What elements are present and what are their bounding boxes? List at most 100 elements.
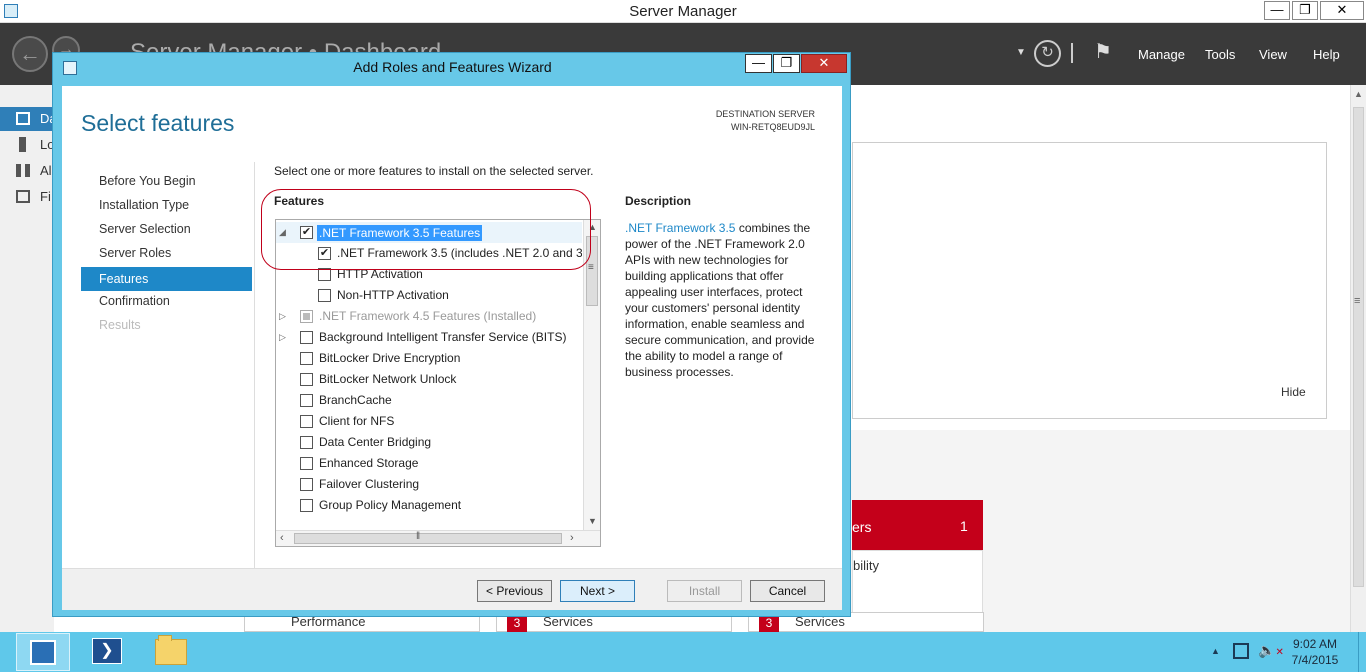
clock-time[interactable]: 9:02 AM bbox=[1281, 637, 1349, 651]
dialog-maximize-button[interactable]: ❐ bbox=[773, 54, 800, 73]
feature-row[interactable]: Failover Clustering bbox=[276, 474, 582, 495]
sidebar-item-label: Fi bbox=[40, 189, 51, 204]
notifications-flag-icon[interactable]: ⚑ bbox=[1094, 39, 1112, 64]
feature-row[interactable]: BranchCache bbox=[276, 390, 582, 411]
step-before-you-begin[interactable]: Before You Begin bbox=[99, 174, 196, 188]
collapsed-arrow-icon[interactable]: ▷ bbox=[279, 327, 286, 348]
description-text: combines the power of the .NET Framework… bbox=[625, 221, 815, 379]
minimize-button[interactable]: — bbox=[1264, 1, 1290, 20]
cancel-button[interactable]: Cancel bbox=[750, 580, 825, 602]
install-button: Install bbox=[667, 580, 742, 602]
server-manager-sidebar: Da Lo Al Fi bbox=[0, 85, 57, 632]
feature-row[interactable]: Group Policy Management bbox=[276, 495, 582, 516]
feature-label: BitLocker Drive Encryption bbox=[319, 351, 461, 365]
dropdown-caret-icon[interactable]: ▼ bbox=[1016, 47, 1026, 58]
feature-row[interactable]: Client for NFS bbox=[276, 411, 582, 432]
step-label: Features bbox=[99, 272, 149, 286]
sidebar-item-label: Al bbox=[40, 163, 52, 178]
feature-description: .NET Framework 3.5 combines the power of… bbox=[625, 220, 825, 380]
step-server-roles[interactable]: Server Roles bbox=[99, 246, 171, 260]
step-installation-type[interactable]: Installation Type bbox=[99, 198, 189, 212]
close-button[interactable]: ✕ bbox=[1320, 1, 1364, 20]
feature-checkbox[interactable] bbox=[300, 352, 313, 365]
destination-server-name: WIN-RETQ8EUD9JL bbox=[730, 122, 815, 132]
feature-checkbox[interactable] bbox=[300, 331, 313, 344]
scroll-thumb[interactable] bbox=[1353, 107, 1364, 587]
step-server-selection[interactable]: Server Selection bbox=[99, 222, 191, 236]
hide-link[interactable]: Hide bbox=[1281, 385, 1306, 399]
feature-row[interactable]: ▷ Background Intelligent Transfer Service… bbox=[276, 327, 582, 348]
feature-checkbox[interactable] bbox=[300, 436, 313, 449]
feature-checkbox[interactable] bbox=[300, 394, 313, 407]
volume-muted-icon[interactable]: 🔈✕ bbox=[1258, 642, 1284, 659]
tile-row-manageability[interactable]: bility bbox=[853, 558, 879, 573]
taskbar: ❯ ▲ 🔈✕ 9:02 AM 7/4/2015 bbox=[0, 632, 1366, 672]
server-icon bbox=[19, 137, 26, 152]
tree-hscroll-thumb[interactable] bbox=[294, 533, 562, 544]
maximize-button[interactable]: ❐ bbox=[1292, 1, 1318, 20]
feature-checkbox bbox=[300, 310, 313, 323]
tray-overflow-icon[interactable]: ▲ bbox=[1211, 646, 1220, 656]
feature-label: Client for NFS bbox=[319, 414, 395, 428]
feature-row[interactable]: BitLocker Drive Encryption bbox=[276, 348, 582, 369]
dialog-body: Select features DESTINATION SERVER WIN-R… bbox=[62, 86, 842, 610]
feature-row[interactable]: Non-HTTP Activation bbox=[276, 285, 582, 306]
menu-view[interactable]: View bbox=[1259, 47, 1287, 62]
feature-row[interactable]: ▷ .NET Framework 4.5 Features (Installed) bbox=[276, 306, 582, 327]
powershell-icon: ❯ bbox=[100, 642, 114, 659]
sidebar-item-local-server[interactable]: Lo bbox=[0, 133, 54, 157]
feature-row[interactable]: BitLocker Network Unlock bbox=[276, 369, 582, 390]
file-explorer-taskbar-button[interactable] bbox=[155, 635, 187, 665]
scroll-left-icon[interactable]: ‹ bbox=[280, 532, 284, 544]
feature-checkbox[interactable] bbox=[300, 415, 313, 428]
step-confirmation[interactable]: Confirmation bbox=[99, 294, 170, 308]
feature-label: Enhanced Storage bbox=[319, 456, 419, 470]
tile-count: 1 bbox=[960, 518, 968, 534]
next-button[interactable]: Next > bbox=[560, 580, 635, 602]
dialog-minimize-button[interactable]: — bbox=[745, 54, 772, 73]
feature-checkbox[interactable] bbox=[300, 499, 313, 512]
page-scrollbar[interactable]: ▲ ≡ bbox=[1350, 85, 1366, 632]
back-arrow-icon[interactable]: ← bbox=[12, 36, 48, 72]
powershell-taskbar-button[interactable]: ❯ bbox=[92, 638, 122, 664]
instruction-text: Select one or more features to install o… bbox=[274, 164, 594, 178]
sidebar-item-file-storage[interactable]: Fi bbox=[0, 185, 54, 209]
feature-row[interactable]: Enhanced Storage bbox=[276, 453, 582, 474]
feature-checkbox[interactable] bbox=[318, 289, 331, 302]
feature-label: Non-HTTP Activation bbox=[337, 288, 449, 302]
description-link[interactable]: .NET Framework 3.5 bbox=[625, 221, 735, 235]
dialog-close-button[interactable]: ✕ bbox=[801, 54, 847, 73]
scroll-up-icon[interactable]: ▲ bbox=[1354, 89, 1363, 99]
feature-checkbox[interactable] bbox=[300, 478, 313, 491]
show-desktop-button[interactable] bbox=[1358, 632, 1366, 672]
separator bbox=[1071, 43, 1073, 63]
dialog-title: Add Roles and Features Wizard bbox=[353, 59, 552, 75]
server-group-tile-header[interactable]: ers 1 bbox=[852, 500, 983, 550]
previous-button[interactable]: < Previous bbox=[477, 580, 552, 602]
network-icon[interactable] bbox=[1233, 643, 1249, 659]
refresh-icon[interactable]: ↻ bbox=[1034, 40, 1061, 67]
collapsed-arrow-icon[interactable]: ▷ bbox=[279, 306, 286, 327]
feature-checkbox[interactable] bbox=[300, 373, 313, 386]
feature-label: Data Center Bridging bbox=[319, 435, 432, 449]
feature-label: BitLocker Network Unlock bbox=[319, 372, 457, 386]
scroll-down-icon[interactable]: ▼ bbox=[588, 516, 597, 526]
menu-manage[interactable]: Manage bbox=[1138, 47, 1185, 62]
scroll-grip-icon: ≡ bbox=[1354, 295, 1361, 307]
menu-help[interactable]: Help bbox=[1313, 47, 1340, 62]
clock-date[interactable]: 7/4/2015 bbox=[1281, 653, 1349, 667]
feature-row[interactable]: Data Center Bridging bbox=[276, 432, 582, 453]
highlight-annotation bbox=[261, 189, 591, 270]
tree-horizontal-scrollbar[interactable]: ‹ ‖ › bbox=[276, 530, 600, 546]
sidebar-item-all-servers[interactable]: Al bbox=[0, 159, 54, 183]
dashboard-icon bbox=[16, 112, 30, 125]
feature-checkbox[interactable] bbox=[300, 457, 313, 470]
menu-tools[interactable]: Tools bbox=[1205, 47, 1235, 62]
scroll-right-icon[interactable]: › bbox=[570, 532, 574, 544]
tree-vertical-scrollbar[interactable]: ▲ ≡ ▼ bbox=[583, 220, 600, 530]
step-features[interactable]: Features bbox=[81, 267, 252, 291]
add-roles-wizard-dialog: Add Roles and Features Wizard — ❐ ✕ Sele… bbox=[52, 52, 851, 617]
welcome-tile: Hide bbox=[852, 142, 1327, 419]
server-manager-taskbar-button[interactable] bbox=[16, 633, 70, 671]
sidebar-item-dashboard[interactable]: Da bbox=[0, 107, 57, 131]
